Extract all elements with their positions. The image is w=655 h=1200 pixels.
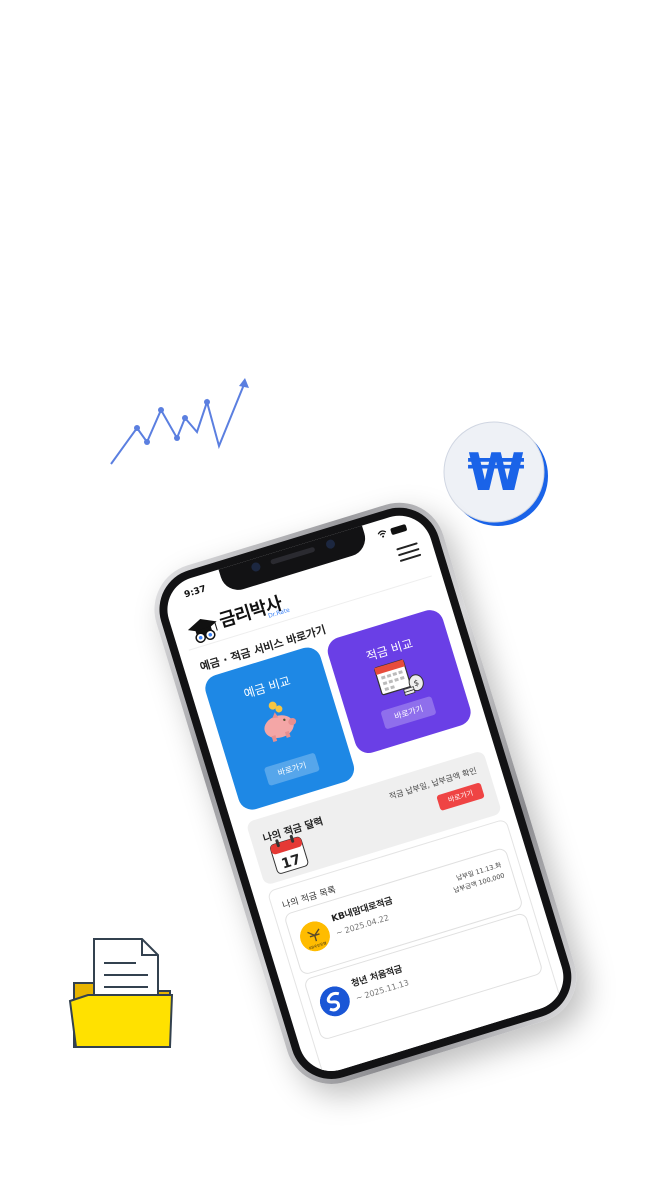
folder-document-icon bbox=[68, 938, 174, 1048]
won-coin-icon: ₩ bbox=[440, 418, 552, 530]
calendar-go-button[interactable]: 바로가기 bbox=[436, 782, 485, 811]
phone-mockup: 9:37 금리박사 Dr.Rate 예금 · 적금 서비스 바로가기 예금 비교… bbox=[143, 491, 588, 1096]
kb-bank-logo: KB국민은행 bbox=[299, 921, 330, 952]
menu-icon[interactable] bbox=[395, 538, 422, 563]
item-payment-info: 납부일 11.13.화 납부금액 100,000 bbox=[449, 860, 506, 896]
deposit-go-button[interactable]: 바로가기 bbox=[263, 752, 321, 787]
trend-line-icon bbox=[110, 378, 249, 465]
svg-text:₩: ₩ bbox=[467, 443, 524, 503]
status-icons bbox=[376, 523, 408, 539]
battery-icon bbox=[389, 523, 408, 535]
status-time: 9:37 bbox=[183, 584, 208, 601]
wifi-icon bbox=[377, 530, 387, 538]
piggy-bank-icon bbox=[264, 701, 297, 743]
savings-compare-card[interactable]: 적금 비교 $ 바로가기 bbox=[324, 606, 475, 757]
shinhan-bank-logo bbox=[319, 986, 350, 1017]
